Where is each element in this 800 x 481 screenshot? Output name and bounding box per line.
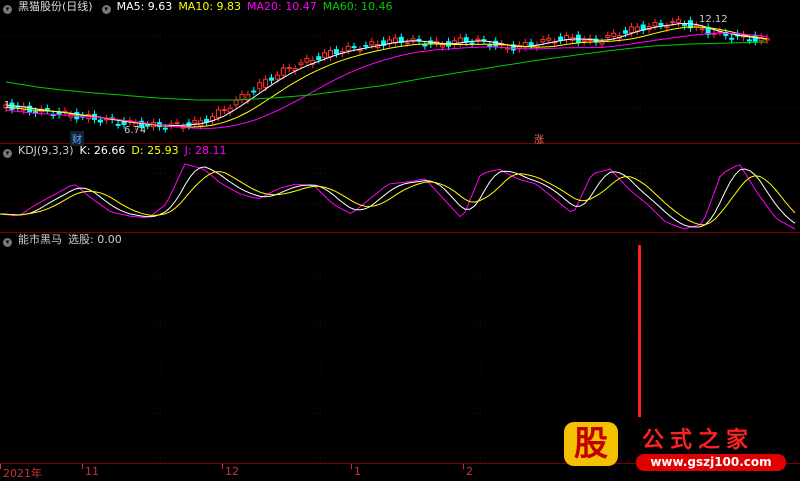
kdj-k: K: 26.66	[79, 144, 126, 157]
stock-title: 黑猫股份(日线)	[18, 0, 93, 13]
candle-body	[174, 122, 180, 125]
ma20-line	[5, 32, 768, 129]
candle-body	[251, 90, 257, 93]
kdj-menu-icon[interactable]: ▾	[3, 149, 12, 158]
candle-body	[215, 109, 221, 118]
ma20-label: MA20: 10.47	[247, 0, 317, 13]
candle-body	[605, 35, 611, 39]
candle-body	[422, 44, 428, 47]
candle-body	[676, 19, 682, 24]
kdj-k-line	[0, 166, 796, 228]
kdj-panel[interactable]: ▾ KDJ(9,3,3) K: 26.66 D: 25.93 J: 28.11	[0, 144, 800, 233]
candle-body	[162, 127, 168, 130]
candle-body	[97, 119, 103, 123]
ma-menu-icon[interactable]: ▾	[101, 5, 111, 14]
indicator-pick: 选股: 0.00	[68, 233, 122, 246]
price-panel[interactable]: ▾ 黑猫股份(日线) ▾ MA5: 9.63 MA10: 9.83 MA20: 10.47…	[0, 0, 800, 146]
candle-body	[699, 28, 705, 31]
logo-text: 公式之家	[642, 427, 755, 453]
candle-body	[298, 62, 304, 66]
candle-body	[363, 44, 369, 47]
logo-url: www.gszj100.com	[636, 454, 786, 471]
candle-body	[345, 45, 351, 51]
ma60-label: MA60: 10.46	[322, 0, 393, 13]
candle-body	[634, 26, 640, 32]
watermark-logo: 股 公式之家 www.gszj100.com	[558, 418, 798, 474]
kdj-header: ▾ KDJ(9,3,3) K: 26.66 D: 25.93 J: 28.11	[0, 144, 233, 158]
candle-body	[351, 46, 357, 49]
candle-body	[192, 119, 198, 124]
panel-menu-icon[interactable]: ▾	[3, 5, 12, 14]
candle-body	[440, 44, 446, 48]
indicator-header: ▾ 能市黑马 选股: 0.00	[0, 233, 128, 247]
candle-body	[44, 107, 50, 111]
kdj-d-line	[0, 171, 796, 226]
candle-body	[746, 39, 752, 42]
high-price-label: 12.12	[699, 14, 728, 25]
candle-body	[752, 34, 758, 42]
candle-body	[546, 37, 552, 41]
axis-label-feb: 2	[466, 465, 473, 478]
candle-body	[274, 74, 280, 80]
candle-body	[628, 26, 634, 34]
candle-body	[487, 44, 493, 47]
candle-body	[564, 35, 569, 40]
candle-body	[257, 82, 263, 90]
price-chart[interactable]	[0, 0, 800, 143]
indicator-menu-icon[interactable]: ▾	[3, 238, 12, 247]
candle-body	[528, 42, 534, 47]
candle-body	[286, 67, 292, 70]
candle-body	[729, 37, 735, 40]
low-price-label: 6.74	[124, 125, 147, 136]
candle-body	[263, 78, 269, 88]
ma5-label: MA5: 9.63	[116, 0, 173, 13]
candle-body	[322, 52, 328, 58]
candle-body	[623, 30, 628, 34]
candle-body	[670, 21, 676, 24]
candle-body	[316, 56, 322, 60]
ma5-line	[5, 22, 768, 126]
indicator-name: 能市黑马	[18, 233, 62, 246]
axis-label-jan: 1	[354, 465, 361, 478]
candle-body	[357, 49, 363, 52]
candle-body	[611, 32, 617, 37]
candle-body	[239, 94, 245, 100]
candle-body	[304, 57, 310, 63]
axis-label-dec: 12	[225, 465, 239, 478]
candle-body	[658, 22, 664, 26]
candle-body	[469, 42, 475, 45]
candle-body	[221, 109, 227, 112]
axis-label-nov: 11	[85, 465, 99, 478]
kdj-name: KDJ(9,3,3)	[18, 144, 74, 157]
candle-body	[404, 42, 410, 45]
candle-body	[558, 36, 564, 41]
candle-body	[581, 39, 587, 42]
kdj-d: D: 25.93	[131, 144, 179, 157]
candle-body	[664, 26, 670, 29]
axis-label-year: 2021年	[3, 467, 42, 480]
kdj-j: J: 28.11	[184, 144, 227, 157]
price-header: ▾ 黑猫股份(日线) ▾ MA5: 9.63 MA10: 9.83 MA20: 10.47…	[0, 0, 398, 14]
candle-body	[652, 21, 658, 27]
signal-bar	[638, 245, 641, 417]
candle-body	[475, 38, 481, 41]
ma10-label: MA10: 9.83	[178, 0, 242, 13]
candle-body	[369, 41, 375, 46]
ma60-line	[5, 41, 768, 101]
ma10-line	[5, 26, 768, 128]
candle-body	[27, 105, 33, 113]
candle-body	[540, 38, 546, 43]
candle-body	[333, 49, 339, 55]
candle-body	[280, 67, 286, 76]
kdj-j-line	[0, 163, 796, 230]
left-price-label: 1	[4, 100, 11, 111]
candle-body	[115, 123, 121, 126]
candle-body	[682, 24, 687, 27]
logo-gu-icon: 股	[564, 422, 618, 466]
candle-body	[269, 77, 274, 81]
candle-body	[328, 50, 333, 58]
candle-body	[233, 99, 239, 106]
